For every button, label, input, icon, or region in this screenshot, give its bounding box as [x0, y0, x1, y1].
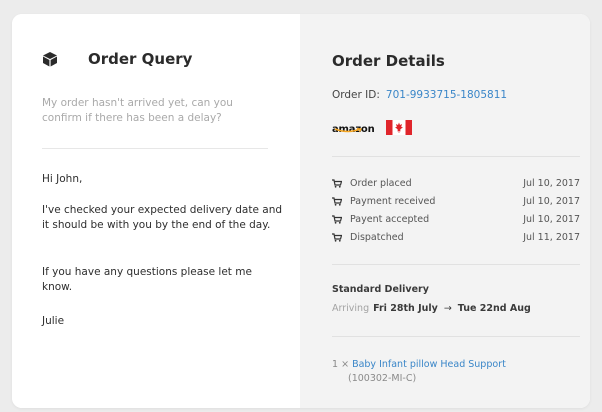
- reply-paragraph-2: If you have any questions please let me …: [42, 266, 252, 293]
- item-quantity: 1 ×: [332, 359, 350, 370]
- order-id-label: Order ID:: [332, 89, 380, 101]
- timeline-row: Dispatched Jul 11, 2017: [332, 228, 580, 246]
- divider: [332, 156, 580, 157]
- order-timeline: Order placed Jul 10, 2017 Payment receiv…: [332, 174, 580, 246]
- order-id-link[interactable]: 701-9933715-1805811: [386, 89, 507, 101]
- query-title: Order Query: [88, 50, 193, 68]
- order-details-title: Order Details: [332, 52, 445, 70]
- timeline-label: Payent accepted: [350, 213, 430, 225]
- timeline-label: Payment received: [350, 195, 436, 207]
- order-details-panel: Order Details Order ID: 701-9933715-18058…: [300, 14, 590, 408]
- arrow-right-icon: →: [443, 303, 452, 314]
- cart-icon: [332, 232, 342, 242]
- arrival-to: Tue 22nd Aug: [457, 303, 531, 314]
- reply-greeting: Hi John,: [42, 173, 83, 185]
- timeline-date: Jul 10, 2017: [523, 177, 580, 189]
- timeline-row: Order placed Jul 10, 2017: [332, 174, 580, 192]
- timeline-label: Order placed: [350, 177, 412, 189]
- arrival-from: Fri 28th July: [373, 303, 438, 314]
- item-sku: (100302-MI-C): [348, 373, 417, 384]
- cart-icon: [332, 196, 342, 206]
- timeline-row: Payent accepted Jul 10, 2017: [332, 210, 580, 228]
- cube-icon: [43, 52, 57, 67]
- timeline-date: Jul 10, 2017: [523, 195, 580, 207]
- delivery-type: Standard Delivery: [332, 284, 429, 295]
- timeline-row: Payment received Jul 10, 2017: [332, 192, 580, 210]
- arrival-window: Arriving Fri 28th July → Tue 22nd Aug: [332, 303, 531, 314]
- cart-icon: [332, 178, 342, 188]
- arriving-label: Arriving: [332, 303, 370, 314]
- order-query-panel: Order Query My order hasn't arrived yet,…: [12, 14, 300, 408]
- brand-row: amazon: [332, 117, 412, 137]
- timeline-date: Jul 10, 2017: [523, 213, 580, 225]
- query-header: Order Query: [42, 50, 192, 68]
- order-item: 1 × Baby Infant pillow Head Support (100…: [332, 358, 506, 386]
- reply-paragraph-1: I've checked your expected delivery date…: [42, 204, 283, 231]
- timeline-label: Dispatched: [350, 231, 404, 243]
- order-id-row: Order ID: 701-9933715-1805811: [332, 89, 507, 101]
- canada-flag-icon: [386, 119, 412, 135]
- order-card: Order Query My order hasn't arrived yet,…: [12, 14, 590, 408]
- reply-signoff: Julie: [42, 315, 65, 327]
- timeline-date: Jul 11, 2017: [523, 231, 580, 243]
- customer-query-text: My order hasn't arrived yet, can you con…: [42, 97, 233, 124]
- divider: [332, 336, 580, 337]
- divider: [42, 148, 268, 149]
- amazon-smile-icon: [334, 128, 362, 133]
- cart-icon: [332, 214, 342, 224]
- divider: [332, 264, 580, 265]
- amazon-logo: amazon: [332, 117, 375, 137]
- item-name-link[interactable]: Baby Infant pillow Head Support: [352, 359, 506, 370]
